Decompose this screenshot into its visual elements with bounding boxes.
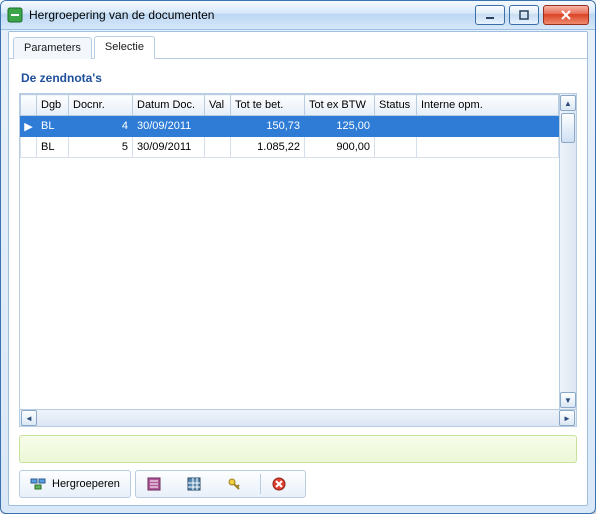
section-title: De zendnota's xyxy=(21,71,575,85)
cell-totbet: 1.085,22 xyxy=(231,137,305,158)
data-grid[interactable]: Dgb Docnr. Datum Doc. Val Tot te bet. To… xyxy=(20,94,559,409)
window-controls xyxy=(475,5,589,25)
titlebar: Hergroepering van de documenten xyxy=(1,1,595,30)
scroll-right-icon[interactable]: ► xyxy=(559,410,575,426)
grid-container: Dgb Docnr. Datum Doc. Val Tot te bet. To… xyxy=(19,93,577,410)
status-box xyxy=(19,435,577,463)
tab-content: De zendnota's Dgb Docnr. Datum Doc. xyxy=(9,59,587,505)
cell-status xyxy=(375,137,417,158)
toolbar-group-main: Hergroeperen xyxy=(19,470,131,498)
list-icon xyxy=(146,476,162,492)
scroll-up-icon[interactable]: ▲ xyxy=(560,95,576,111)
key-icon xyxy=(226,476,242,492)
app-icon xyxy=(7,7,23,23)
col-docnr[interactable]: Docnr. xyxy=(69,95,133,116)
grid-icon xyxy=(186,476,202,492)
minimize-button[interactable] xyxy=(475,5,505,25)
cell-totex: 900,00 xyxy=(305,137,375,158)
regroup-button[interactable]: Hergroeperen xyxy=(23,472,127,496)
info-button[interactable] xyxy=(219,472,257,496)
cell-val xyxy=(205,137,231,158)
col-status[interactable]: Status xyxy=(375,95,417,116)
scroll-thumb[interactable] xyxy=(561,113,575,143)
scroll-left-icon[interactable]: ◄ xyxy=(21,410,37,426)
cell-opm xyxy=(417,116,559,137)
cell-totbet: 150,73 xyxy=(231,116,305,137)
cell-datum: 30/09/2011 xyxy=(133,137,205,158)
maximize-button[interactable] xyxy=(509,5,539,25)
vertical-scrollbar[interactable]: ▲ ▼ xyxy=(559,94,576,409)
cell-dgb: BL xyxy=(37,137,69,158)
close-button[interactable] xyxy=(543,5,589,25)
client-area: Parameters Selectie De zendnota's Dgb xyxy=(8,31,588,506)
col-totex[interactable]: Tot ex BTW xyxy=(305,95,375,116)
grid-empty-area xyxy=(20,158,559,409)
cancel-icon xyxy=(271,476,287,492)
tab-parameters[interactable]: Parameters xyxy=(13,37,92,59)
window: Hergroepering van de documenten Paramete… xyxy=(0,0,596,514)
scroll-down-icon[interactable]: ▼ xyxy=(560,392,576,408)
cell-dgb: BL xyxy=(37,116,69,137)
cancel-button[interactable] xyxy=(264,472,302,496)
col-datum[interactable]: Datum Doc. xyxy=(133,95,205,116)
row-indicator: ▶ xyxy=(21,116,37,137)
column-header-row: Dgb Docnr. Datum Doc. Val Tot te bet. To… xyxy=(21,95,559,116)
grid-button[interactable] xyxy=(179,472,217,496)
col-opm[interactable]: Interne opm. xyxy=(417,95,559,116)
bottom-toolbar: Hergroeperen xyxy=(19,469,577,499)
list-button[interactable] xyxy=(139,472,177,496)
regroup-icon xyxy=(30,476,46,492)
table-row[interactable]: BL 5 30/09/2011 1.085,22 900,00 xyxy=(21,137,559,158)
col-totbet[interactable]: Tot te bet. xyxy=(231,95,305,116)
table-row[interactable]: ▶ BL 4 30/09/2011 150,73 125,00 xyxy=(21,116,559,137)
cell-totex: 125,00 xyxy=(305,116,375,137)
row-indicator xyxy=(21,137,37,158)
toolbar-group-tools xyxy=(135,470,306,498)
cell-docnr: 5 xyxy=(69,137,133,158)
cell-datum: 30/09/2011 xyxy=(133,116,205,137)
regroup-label: Hergroeperen xyxy=(52,478,120,490)
toolbar-separator xyxy=(260,474,261,494)
horizontal-scrollbar[interactable]: ◄ ► xyxy=(19,410,577,427)
col-indicator[interactable] xyxy=(21,95,37,116)
cell-opm xyxy=(417,137,559,158)
col-val[interactable]: Val xyxy=(205,95,231,116)
col-dgb[interactable]: Dgb xyxy=(37,95,69,116)
tab-strip: Parameters Selectie xyxy=(9,32,587,59)
window-title: Hergroepering van de documenten xyxy=(29,8,475,22)
current-row-icon: ▶ xyxy=(24,120,32,133)
cell-status xyxy=(375,116,417,137)
cell-docnr: 4 xyxy=(69,116,133,137)
cell-val xyxy=(205,116,231,137)
tab-selectie[interactable]: Selectie xyxy=(94,36,155,59)
